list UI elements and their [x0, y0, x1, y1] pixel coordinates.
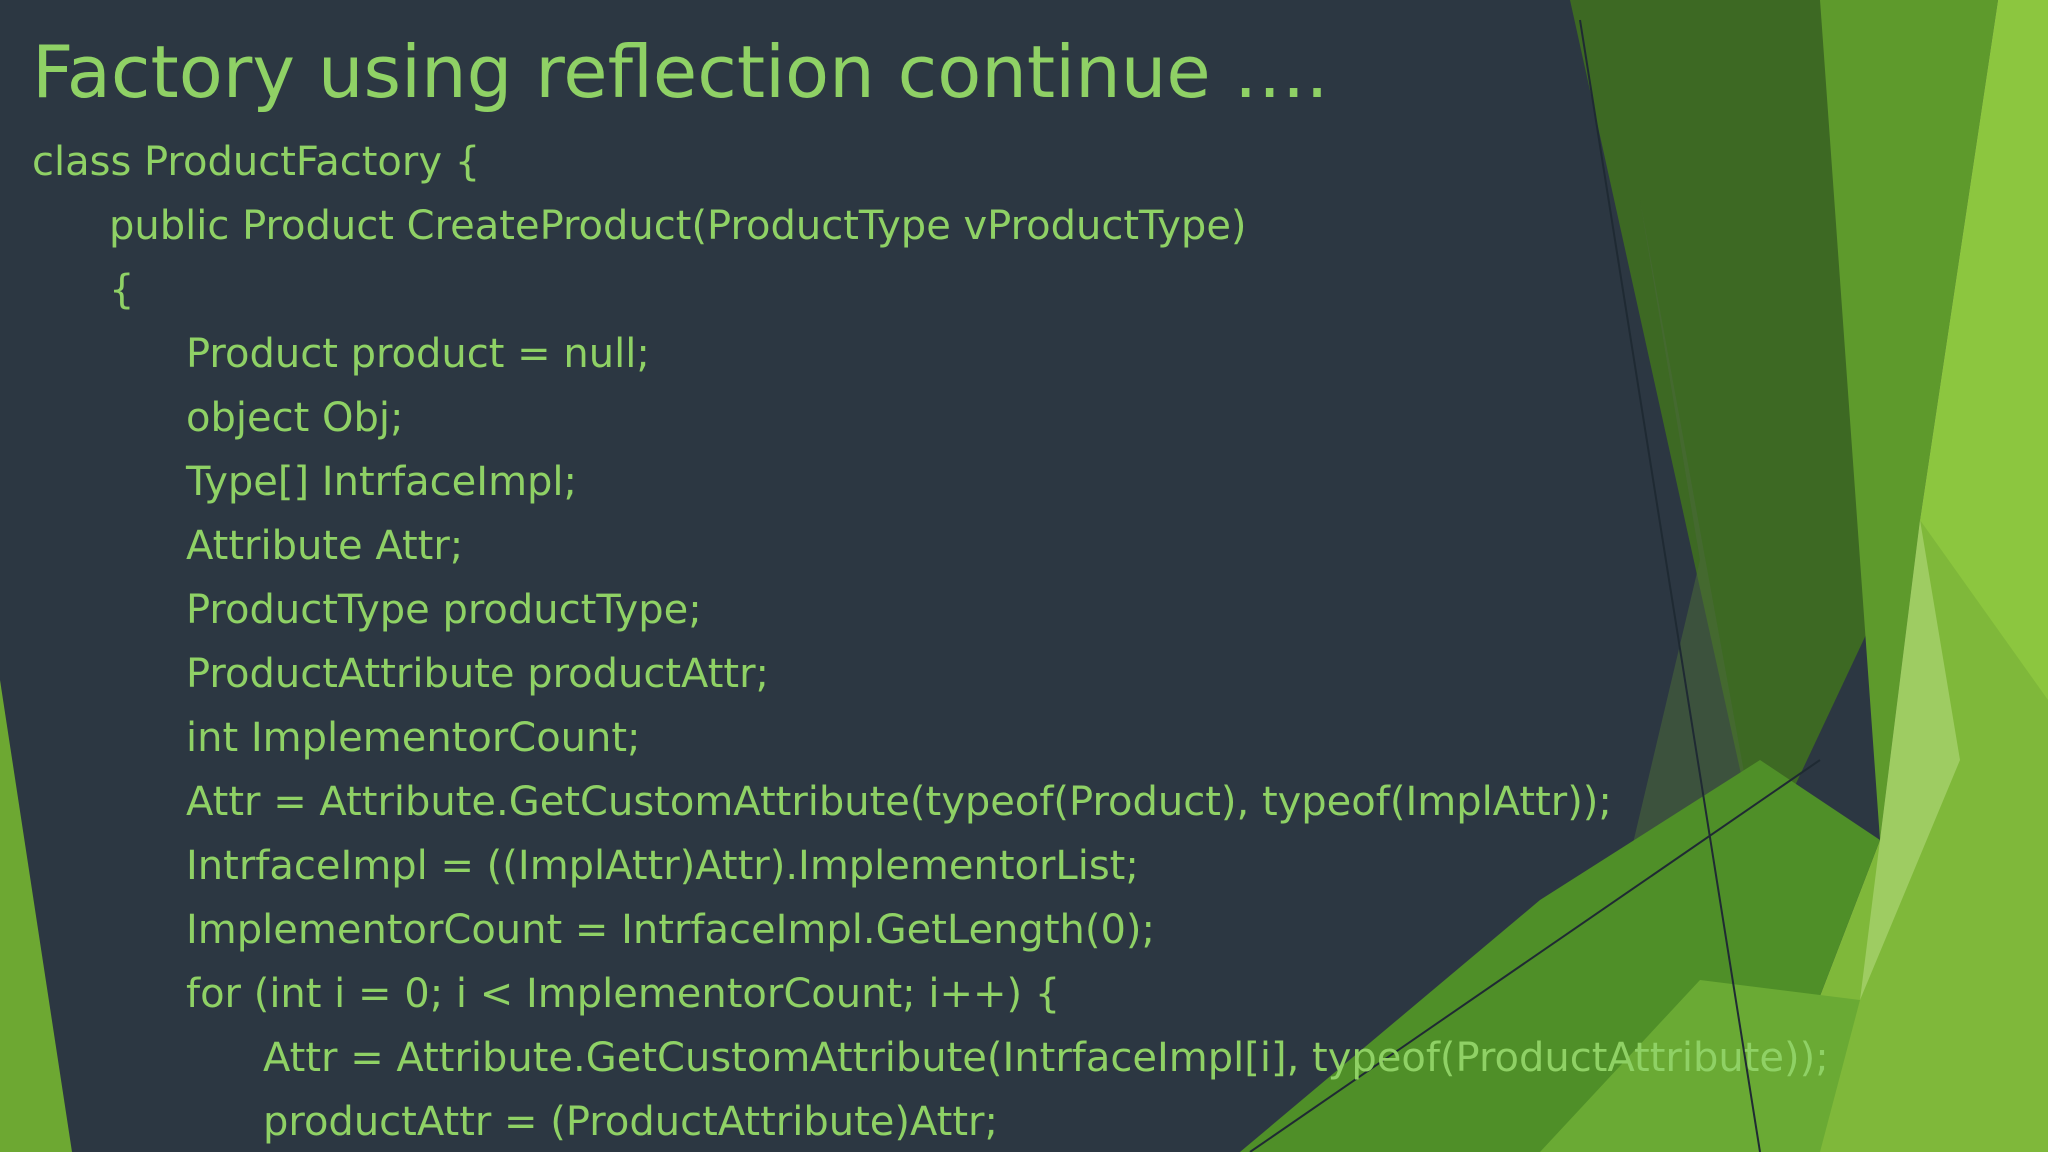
- code-line: int ImplementorCount;: [186, 715, 641, 761]
- code-line: ImplementorCount = IntrfaceImpl.GetLengt…: [186, 907, 1155, 953]
- code-line: for (int i = 0; i < ImplementorCount; i+…: [186, 971, 1061, 1017]
- code-line: IntrfaceImpl = ((ImplAttr)Attr).Implemen…: [186, 843, 1139, 889]
- slide-title: Factory using reflection continue ….: [32, 30, 1329, 114]
- code-listing: class ProductFactory { public Product Cr…: [32, 130, 1829, 1152]
- code-line: Attr = Attribute.GetCustomAttribute(Intr…: [263, 1035, 1829, 1081]
- code-line: class ProductFactory {: [32, 139, 481, 185]
- code-line: {: [109, 267, 135, 313]
- code-line: Attribute Attr;: [186, 523, 464, 569]
- code-line: public Product CreateProduct(ProductType…: [109, 203, 1247, 249]
- code-line: productAttr = (ProductAttribute)Attr;: [263, 1099, 998, 1145]
- code-line: ProductType productType;: [186, 587, 702, 633]
- code-line: ProductAttribute productAttr;: [186, 651, 770, 697]
- code-line: Product product = null;: [186, 331, 650, 377]
- slide: Factory using reflection continue …. cla…: [0, 0, 2048, 1152]
- code-line: Type[] IntrfaceImpl;: [186, 459, 578, 505]
- code-line: object Obj;: [186, 395, 404, 441]
- code-line: Attr = Attribute.GetCustomAttribute(type…: [186, 779, 1612, 825]
